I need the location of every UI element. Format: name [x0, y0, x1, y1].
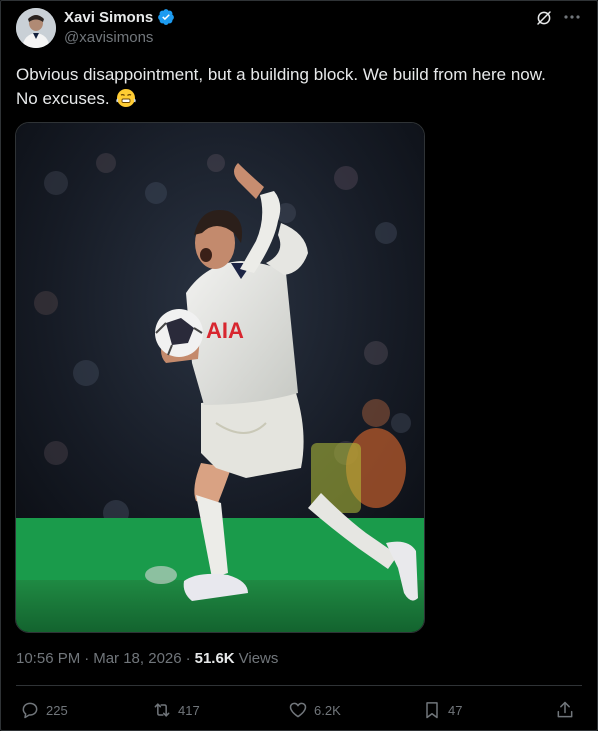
tweet-text-line-1: Obvious disappointment, but a building b…	[16, 65, 546, 84]
share-icon	[557, 701, 573, 718]
retweet-button[interactable]: 417	[152, 700, 200, 720]
like-button[interactable]: 6.2K	[288, 700, 341, 720]
tweet-text-line-2-text: No excuses.	[16, 89, 110, 108]
bookmark-button[interactable]: 47	[422, 700, 462, 720]
author-name-row: Xavi Simons	[64, 8, 175, 26]
svg-text:AIA: AIA	[206, 318, 244, 343]
heart-icon	[289, 702, 307, 718]
reply-count: 225	[46, 702, 68, 718]
reply-button[interactable]: 225	[20, 700, 68, 720]
tweet-text-line-2: No excuses.	[16, 87, 582, 111]
tweet-media-photo[interactable]: AIA	[15, 122, 425, 633]
like-count: 6.2K	[314, 702, 341, 718]
tweet-meta: 10:56 PM · Mar 18, 2026 · 51.6K Views	[16, 650, 278, 667]
grok-icon[interactable]	[533, 7, 555, 29]
more-horizontal-icon[interactable]	[560, 6, 584, 28]
tweet-time[interactable]: 10:56 PM	[16, 650, 80, 667]
share-button[interactable]	[555, 700, 575, 720]
avatar[interactable]	[16, 8, 56, 48]
retweet-icon	[154, 703, 170, 717]
reply-icon	[22, 702, 38, 719]
huffing-face-emoji-icon	[116, 88, 136, 108]
verified-badge-icon	[157, 8, 175, 26]
meta-separator: ·	[84, 650, 90, 667]
divider	[16, 685, 582, 686]
views-label: Views	[238, 650, 279, 667]
views-count[interactable]: 51.6K	[195, 650, 235, 667]
bookmark-icon	[426, 702, 438, 719]
meta-separator: ·	[185, 650, 191, 667]
retweet-count: 417	[178, 702, 200, 718]
tweet-text: Obvious disappointment, but a building b…	[16, 63, 582, 111]
tweet-date[interactable]: Mar 18, 2026	[93, 650, 181, 667]
bookmark-count: 47	[448, 702, 463, 718]
author-name[interactable]: Xavi Simons	[64, 9, 153, 26]
author-handle[interactable]: @xavisimons	[64, 29, 153, 46]
